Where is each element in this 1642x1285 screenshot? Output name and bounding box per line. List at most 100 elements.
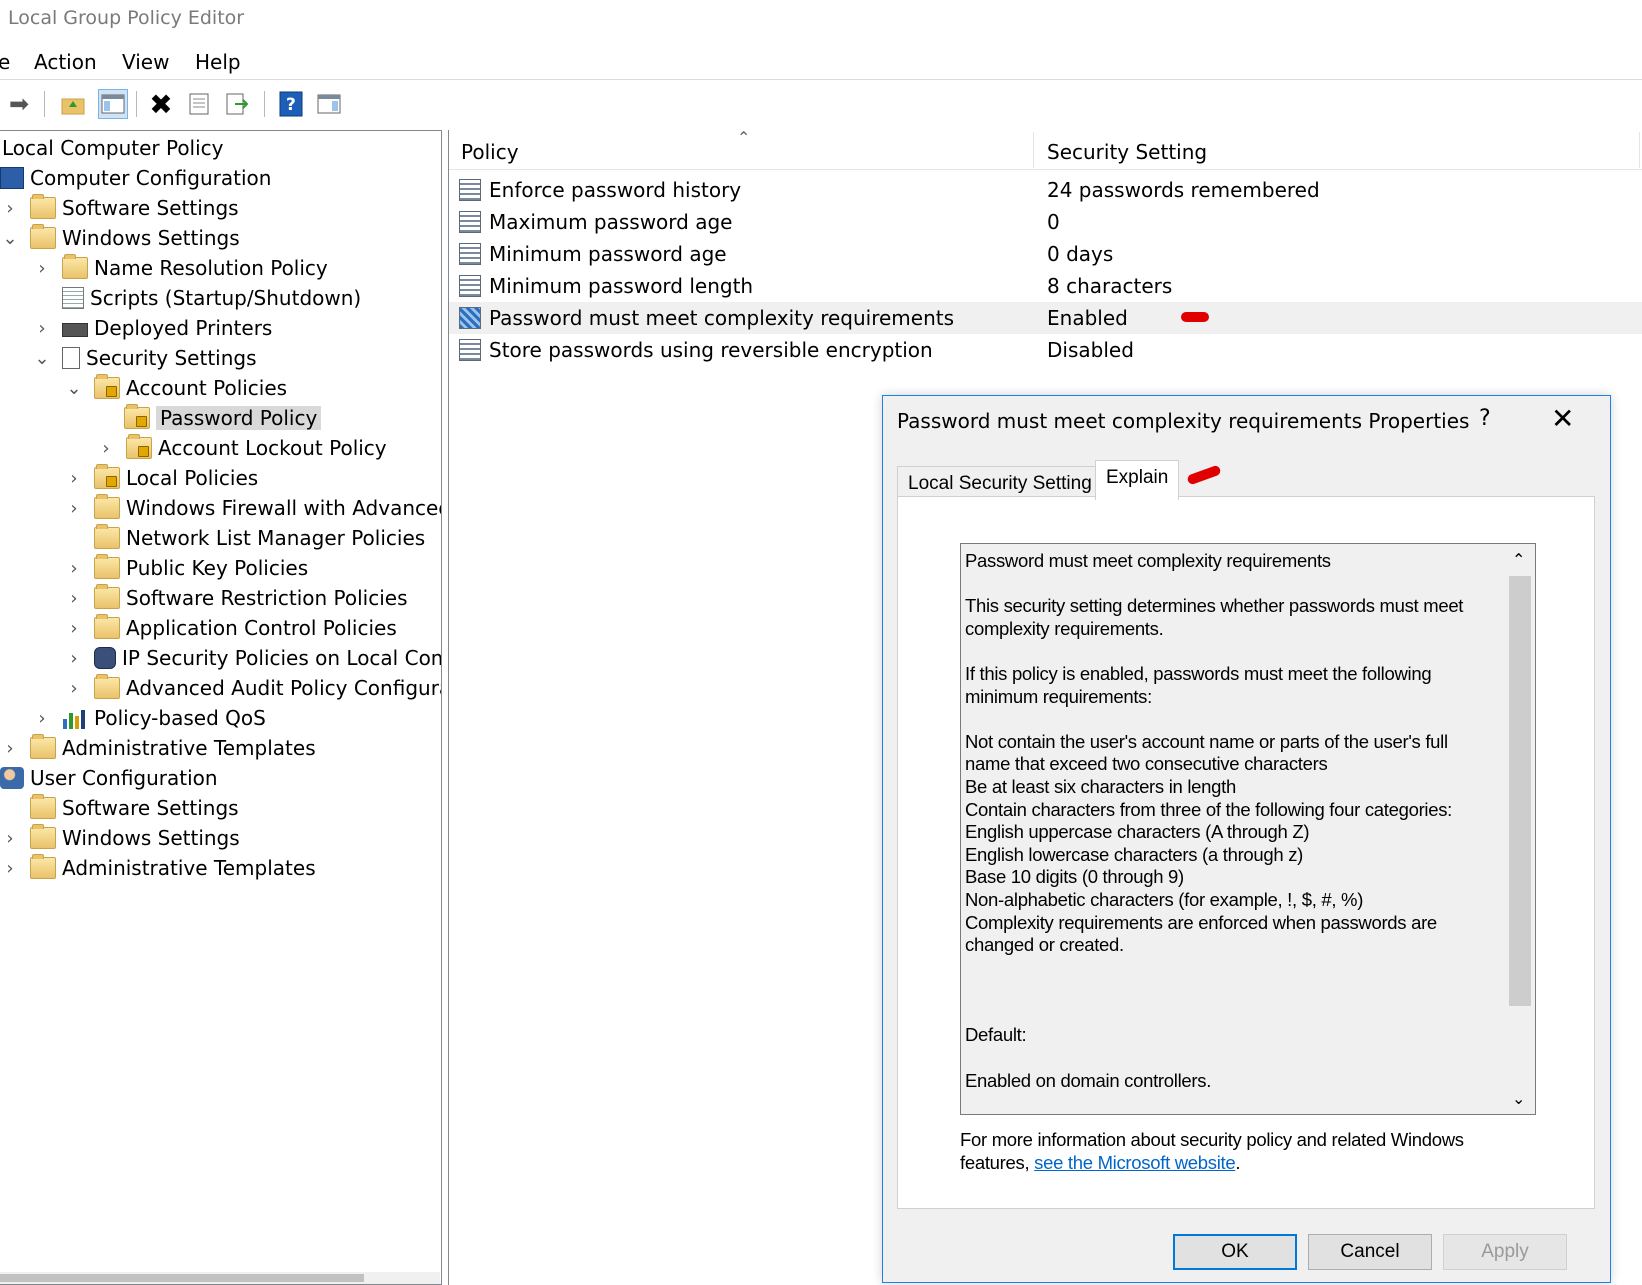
tree-label: Administrative Templates <box>62 856 316 880</box>
tree-deployed-printers[interactable]: › Deployed Printers <box>32 313 272 343</box>
chevron-right-icon[interactable]: › <box>96 438 116 459</box>
scroll-down-icon[interactable]: ⌄ <box>1512 1089 1525 1108</box>
help-icon[interactable]: ? <box>1479 406 1491 431</box>
chevron-right-icon[interactable]: › <box>0 198 20 219</box>
tree-software-restriction[interactable]: › Software Restriction Policies <box>64 583 408 613</box>
chevron-right-icon[interactable]: › <box>64 468 84 489</box>
chevron-down-icon[interactable]: ⌄ <box>0 228 20 249</box>
menu-view[interactable]: View <box>122 50 169 74</box>
tab-explain[interactable]: Explain <box>1095 460 1180 500</box>
tree-password-policy[interactable]: Password Policy <box>124 403 322 433</box>
microsoft-website-link[interactable]: see the Microsoft website <box>1034 1152 1236 1173</box>
chevron-right-icon[interactable]: › <box>0 738 20 759</box>
chevron-right-icon[interactable]: › <box>64 498 84 519</box>
locked-folder-icon <box>94 464 120 489</box>
tree-policy-qos[interactable]: › Policy-based QoS <box>32 703 265 733</box>
tree-label: Local Computer Policy <box>2 136 224 160</box>
column-divider[interactable] <box>1639 132 1640 168</box>
menu-help[interactable]: Help <box>195 50 241 74</box>
close-icon[interactable]: ✕ <box>1551 402 1574 435</box>
tree-horizontal-scrollbar[interactable] <box>0 1272 440 1284</box>
ip-security-icon <box>94 647 116 669</box>
more-info-text: For more information about security poli… <box>960 1129 1520 1174</box>
tab-local-security-setting[interactable]: Local Security Setting <box>897 466 1103 498</box>
tree-account-lockout-policy[interactable]: › Account Lockout Policy <box>96 433 387 463</box>
folder-icon <box>30 854 56 879</box>
tree-security-settings[interactable]: ⌄ Security Settings <box>32 343 256 373</box>
table-row[interactable]: Enforce password history 24 passwords re… <box>449 174 1642 206</box>
menu-file[interactable]: e <box>0 50 10 74</box>
explain-text: Password must meet complexity requiremen… <box>965 550 1464 1091</box>
tree-uc-admin-templates[interactable]: › Administrative Templates <box>0 853 316 883</box>
tree-cc-admin-templates[interactable]: › Administrative Templates <box>0 733 316 763</box>
up-folder-icon[interactable] <box>58 89 88 119</box>
tree-uc-software-settings[interactable]: Software Settings <box>30 793 239 823</box>
table-row[interactable]: Minimum password age 0 days <box>449 238 1642 270</box>
policy-name: Store passwords using reversible encrypt… <box>489 338 933 362</box>
tree-root-local-computer-policy[interactable]: Local Computer Policy <box>2 133 224 163</box>
tree-ip-security[interactable]: › IP Security Policies on Local Compu <box>64 643 441 673</box>
policy-value: Disabled <box>1047 338 1134 362</box>
help-icon[interactable]: ? <box>276 89 306 119</box>
chevron-right-icon[interactable]: › <box>64 648 84 669</box>
chevron-right-icon[interactable]: › <box>32 318 52 339</box>
chevron-right-icon[interactable]: › <box>64 618 84 639</box>
explain-tab-panel: Password must meet complexity requiremen… <box>897 496 1595 1209</box>
chevron-right-icon[interactable]: › <box>0 858 20 879</box>
tree-user-configuration[interactable]: User Configuration <box>0 763 218 793</box>
explain-text-box[interactable]: Password must meet complexity requiremen… <box>960 543 1536 1115</box>
chevron-right-icon[interactable]: › <box>32 258 52 279</box>
scrollbar-thumb[interactable] <box>0 1274 364 1282</box>
menu-action[interactable]: Action <box>34 50 97 74</box>
explain-vertical-scrollbar[interactable]: ⌃ ⌄ <box>1505 544 1535 1114</box>
table-row[interactable]: Maximum password age 0 <box>449 206 1642 238</box>
chevron-right-icon[interactable]: › <box>64 588 84 609</box>
scrollbar-thumb[interactable] <box>1509 576 1531 1006</box>
properties-dialog: Password must meet complexity requiremen… <box>882 395 1611 1283</box>
apply-button[interactable]: Apply <box>1443 1234 1567 1270</box>
table-row-selected[interactable]: Password must meet complexity requiremen… <box>449 302 1642 334</box>
show-action-pane-icon[interactable] <box>314 89 344 119</box>
users-icon <box>0 767 24 789</box>
table-row[interactable]: Minimum password length 8 characters <box>449 270 1642 302</box>
tree-computer-configuration[interactable]: Computer Configuration <box>0 163 271 193</box>
tree-public-key-policies[interactable]: › Public Key Policies <box>64 553 308 583</box>
folder-icon <box>30 794 56 819</box>
show-tree-icon[interactable] <box>98 89 128 119</box>
tree-windows-firewall[interactable]: › Windows Firewall with Advanced S <box>64 493 441 523</box>
tree-uc-windows-settings[interactable]: › Windows Settings <box>0 823 240 853</box>
tree-scripts[interactable]: Scripts (Startup/Shutdown) <box>62 283 361 313</box>
tree-name-resolution-policy[interactable]: › Name Resolution Policy <box>32 253 328 283</box>
table-row[interactable]: Store passwords using reversible encrypt… <box>449 334 1642 366</box>
sort-ascending-icon: ⌃ <box>737 128 751 147</box>
export-list-icon[interactable] <box>222 89 252 119</box>
properties-icon[interactable] <box>184 89 214 119</box>
column-divider[interactable] <box>1033 132 1034 168</box>
tree-local-policies[interactable]: › Local Policies <box>64 463 258 493</box>
toolbar-separator <box>136 91 137 117</box>
console-tree[interactable]: Local Computer Policy Computer Configura… <box>0 130 442 1285</box>
tree-account-policies[interactable]: ⌄ Account Policies <box>64 373 287 403</box>
cancel-button[interactable]: Cancel <box>1308 1234 1432 1270</box>
column-header-security-setting[interactable]: Security Setting <box>1047 140 1207 164</box>
chevron-right-icon[interactable]: › <box>64 558 84 579</box>
chevron-down-icon[interactable]: ⌄ <box>32 348 52 369</box>
forward-icon[interactable]: ➡ <box>4 89 34 119</box>
tree-advanced-audit[interactable]: › Advanced Audit Policy Configurati <box>64 673 441 703</box>
chevron-right-icon[interactable]: › <box>32 708 52 729</box>
column-header-policy[interactable]: Policy <box>461 140 519 164</box>
tree-network-list-manager[interactable]: Network List Manager Policies <box>94 523 425 553</box>
chevron-right-icon[interactable]: › <box>0 828 20 849</box>
tree-cc-software-settings[interactable]: › Software Settings <box>0 193 239 223</box>
tree-cc-windows-settings[interactable]: ⌄ Windows Settings <box>0 223 240 253</box>
menu-bar: e Action View Help <box>0 44 1642 80</box>
chevron-down-icon[interactable]: ⌄ <box>64 378 84 399</box>
delete-icon[interactable]: ✖ <box>146 88 176 121</box>
tree-application-control[interactable]: › Application Control Policies <box>64 613 397 643</box>
policy-value: 24 passwords remembered <box>1047 178 1320 202</box>
chevron-right-icon[interactable]: › <box>64 678 84 699</box>
tree-label: Account Policies <box>126 376 288 400</box>
ok-button[interactable]: OK <box>1173 1234 1297 1270</box>
window-title: Local Group Policy Editor <box>8 7 245 29</box>
scroll-up-icon[interactable]: ⌃ <box>1512 550 1525 569</box>
